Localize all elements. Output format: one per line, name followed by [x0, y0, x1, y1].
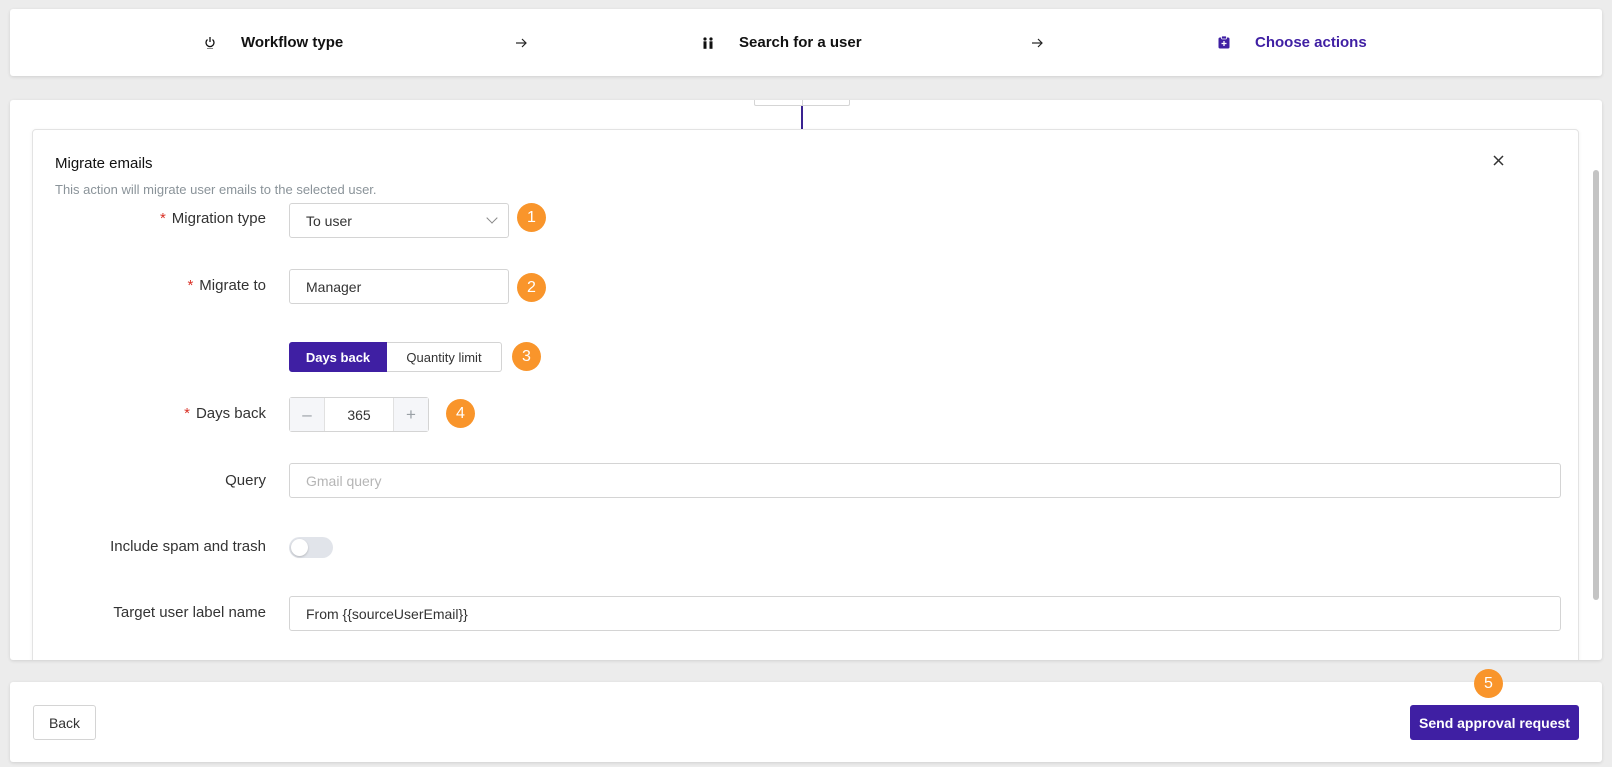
required-marker: * — [159, 210, 166, 227]
users-icon — [701, 36, 715, 50]
send-approval-request-button[interactable]: Send approval request — [1410, 705, 1579, 740]
power-icon — [203, 36, 217, 50]
include-spam-label: Include spam and trash — [110, 538, 266, 555]
required-marker: * — [184, 405, 190, 422]
step-badge: 4 — [446, 399, 475, 428]
card-title: Migrate emails — [55, 155, 153, 172]
step-search-user[interactable]: Search for a user — [701, 9, 862, 76]
migrate-to-label: * Migrate to — [187, 277, 266, 294]
scrollbar[interactable] — [1593, 170, 1599, 600]
target-label-value: From {{sourceUserEmail}} — [306, 605, 468, 622]
step-label: Search for a user — [739, 34, 862, 51]
workflow-stepper: Workflow type Search for a user Choose a… — [10, 9, 1602, 76]
decrement-button[interactable]: – — [290, 398, 324, 431]
quantity-limit-tab[interactable]: Quantity limit — [387, 342, 502, 372]
days-back-value[interactable]: 365 — [324, 398, 394, 431]
migration-type-label: * Migration type — [159, 210, 266, 227]
query-label: Query — [225, 472, 266, 489]
query-input[interactable]: Gmail query — [289, 463, 1561, 498]
card-description: This action will migrate user emails to … — [55, 182, 377, 197]
workflow-canvas: Migrate emails This action will migrate … — [10, 100, 1602, 660]
days-back-tab[interactable]: Days back — [289, 342, 387, 372]
days-back-stepper: – 365 + — [289, 397, 429, 432]
close-icon[interactable] — [1493, 150, 1504, 171]
step-badge: 2 — [517, 273, 546, 302]
increment-button[interactable]: + — [394, 398, 428, 431]
migration-type-value: To user — [306, 212, 352, 229]
toggle-knob — [291, 539, 308, 556]
chevron-down-icon — [486, 212, 498, 224]
include-spam-toggle[interactable] — [289, 537, 333, 558]
arrow-right-icon — [1032, 9, 1043, 76]
migration-type-select[interactable]: To user — [289, 203, 509, 238]
migrate-to-input[interactable]: Manager — [289, 269, 509, 304]
step-choose-actions[interactable]: Choose actions — [1217, 9, 1367, 76]
step-label: Choose actions — [1255, 34, 1367, 51]
footer-bar: Back 5 Send approval request — [10, 669, 1602, 762]
step-label: Workflow type — [241, 34, 344, 51]
step-badge: 5 — [1474, 669, 1503, 698]
target-label-name-label: Target user label name — [113, 604, 266, 621]
days-back-label: * Days back — [184, 405, 266, 422]
migrate-to-value: Manager — [306, 278, 362, 295]
back-button[interactable]: Back — [33, 705, 96, 740]
connector-line — [801, 106, 803, 130]
step-badge: 3 — [512, 342, 541, 371]
target-label-input[interactable]: From {{sourceUserEmail}} — [289, 596, 1561, 631]
arrow-right-icon — [516, 9, 527, 76]
step-workflow-type[interactable]: Workflow type — [203, 9, 343, 76]
step-badge: 1 — [517, 203, 546, 232]
query-placeholder: Gmail query — [306, 472, 382, 489]
required-marker: * — [187, 277, 194, 294]
migrate-emails-card: Migrate emails This action will migrate … — [32, 129, 1579, 660]
clipboard-icon — [1217, 36, 1231, 50]
